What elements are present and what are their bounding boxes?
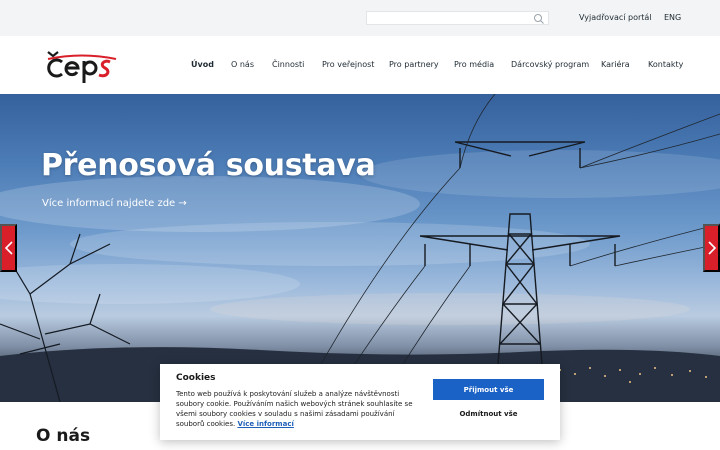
cookie-description-text: Tento web používá k poskytování služeb a… — [176, 390, 413, 428]
search-box[interactable] — [366, 11, 549, 25]
vyjadrovaci-portal-link[interactable]: Vyjadřovací portál — [579, 13, 652, 22]
accept-all-cookies-button[interactable]: Přijmout vše — [433, 379, 544, 400]
nav-item-darcovsky-program[interactable]: Dárcovský program — [511, 60, 589, 69]
reject-all-cookies-button[interactable]: Odmítnout vše — [433, 404, 544, 424]
cookie-title: Cookies — [176, 373, 216, 383]
hero-carousel — [0, 94, 720, 402]
nav-item-pro-media[interactable]: Pro média — [454, 60, 494, 69]
ceps-logo[interactable] — [44, 50, 120, 84]
cookie-consent-banner: Cookies Tento web používá k poskytování … — [160, 364, 560, 440]
chevron-left-icon — [4, 241, 13, 255]
search-icon[interactable] — [533, 13, 545, 25]
carousel-next-button[interactable] — [703, 224, 720, 272]
hero-more-info-link[interactable]: Více informací najdete zde → — [42, 198, 187, 209]
nav-item-kariera[interactable]: Kariéra — [601, 60, 630, 69]
nav-item-o-nas[interactable]: O nás — [231, 60, 254, 69]
nav-item-cinnosti[interactable]: Činnosti — [272, 60, 304, 69]
carousel-prev-button[interactable] — [0, 224, 17, 272]
section-title-o-nas: O nás — [36, 426, 91, 446]
nav-item-uvod[interactable]: Úvod — [191, 60, 214, 69]
nav-item-pro-verejnost[interactable]: Pro veřejnost — [322, 60, 374, 69]
top-utility-bar: Vyjadřovací portál ENG — [0, 0, 720, 36]
search-input[interactable] — [371, 12, 531, 24]
nav-item-pro-partnery[interactable]: Pro partnery — [389, 60, 439, 69]
hero-title: Přenosová soustava — [41, 148, 376, 183]
chevron-right-icon — [707, 241, 716, 255]
cookie-more-info-link[interactable]: Více informací — [237, 420, 293, 428]
hero-background-image — [0, 94, 720, 402]
cookie-description: Tento web používá k poskytování služeb a… — [176, 389, 416, 429]
language-switch-eng[interactable]: ENG — [664, 13, 681, 22]
nav-item-kontakty[interactable]: Kontakty — [648, 60, 683, 69]
